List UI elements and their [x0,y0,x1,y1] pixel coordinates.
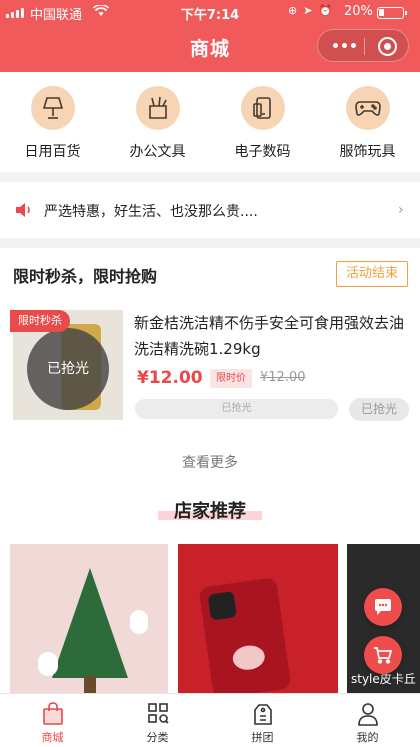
pen-holder-icon [135,86,180,130]
sale-progress-bar: 已抢光 [135,399,338,419]
close-mini-program-icon[interactable] [378,37,397,56]
tab-category[interactable]: 分类 [105,694,210,747]
price-tag-icon [253,704,272,725]
category-label: 服饰玩具 [339,144,396,160]
recommend-item-christmas-tree[interactable] [10,544,168,694]
phone-case [198,577,292,694]
notice-text: 严选特惠，好生活、也没那么贵.... [44,204,258,220]
location-icon: ➤ [303,4,313,17]
tab-label: 分类 [146,731,169,744]
category-label: 电子数码 [234,144,291,160]
battery-percent: 20% [344,4,373,19]
flash-sale-section: 限时秒杀，限时抢购 活动结束 已抢光 限时秒杀 新金桔洗洁精不伤手安全可食用强效… [0,248,420,694]
mall-app: 中国联通 下午7:14 ⊕ ➤ ⏰ 20% 商城 日用百货 办公文具 电子数码 … [0,0,420,747]
category-label: 办公文具 [129,144,186,160]
status-icons: ⊕ ➤ ⏰ [288,4,332,17]
snowman-figure [130,610,148,634]
category-label: 日用百货 [24,144,81,160]
sold-out-overlay: 已抢光 [27,328,109,410]
recommend-title: 店家推荐 [0,497,420,523]
customer-service-button[interactable] [364,588,402,626]
recommend-item-phone-case[interactable] [178,544,338,694]
tab-label: 商城 [41,731,64,744]
product-name[interactable]: 新金桔洗洁精不伤手安全可食用强效去油洗洁精洗碗1.29kg [134,310,410,362]
user-icon [357,703,378,726]
phone-icon [240,86,285,130]
category-apparel-toys[interactable]: 服饰玩具 [315,72,420,172]
flash-sale-title: 限时秒杀，限时抢购 [13,267,158,286]
alarm-icon: ⏰ [318,4,333,17]
cart-icon [374,647,393,664]
tab-bar: 商城 分类 拼团 我的 [0,693,420,747]
status-bar: 中国联通 下午7:14 ⊕ ➤ ⏰ 20% [0,0,420,24]
sold-out-button[interactable]: 已抢光 [349,398,409,421]
recommend-title-text: 店家推荐 [174,501,246,522]
chevron-right-icon: › [398,202,404,218]
tab-mine[interactable]: 我的 [315,694,420,747]
shopping-cart-button[interactable] [364,636,402,674]
speaker-icon [16,203,30,217]
tab-mall[interactable]: 商城 [0,694,105,747]
activity-status-badge: 活动结束 [336,261,408,287]
category-daily[interactable]: 日用百货 [0,72,105,172]
tab-label: 我的 [356,731,379,744]
flash-sale-tag: 限时秒杀 [10,310,70,332]
chat-icon [375,599,391,615]
top-bar: 中国联通 下午7:14 ⊕ ➤ ⏰ 20% 商城 [0,0,420,72]
notice-bar[interactable]: 严选特惠，好生活、也没那么贵.... › [0,182,420,238]
category-digital[interactable]: 电子数码 [210,72,315,172]
capsule-divider [364,38,365,55]
tab-label: 拼团 [251,731,274,744]
price-label: 限时价 [210,369,252,388]
snowman-figure [38,652,58,676]
original-price: ¥12.00 [260,370,306,385]
battery-icon [377,7,407,19]
product-price: ¥12.00 [137,368,203,388]
mini-program-capsule [317,29,409,62]
christmas-tree [52,568,128,678]
tab-group-buy[interactable]: 拼团 [210,694,315,747]
lock-rotation-icon: ⊕ [288,4,298,17]
grid-icon [147,703,169,724]
lamp-icon [30,86,75,130]
category-nav: 日用百货 办公文具 电子数码 服饰玩具 [0,72,420,172]
gamepad-icon [345,86,390,130]
tree-trunk [84,676,96,694]
category-office[interactable]: 办公文具 [105,72,210,172]
view-more-link[interactable]: 查看更多 [0,452,420,472]
shopping-bag-icon [42,702,63,725]
more-menu-icon[interactable] [333,43,356,48]
